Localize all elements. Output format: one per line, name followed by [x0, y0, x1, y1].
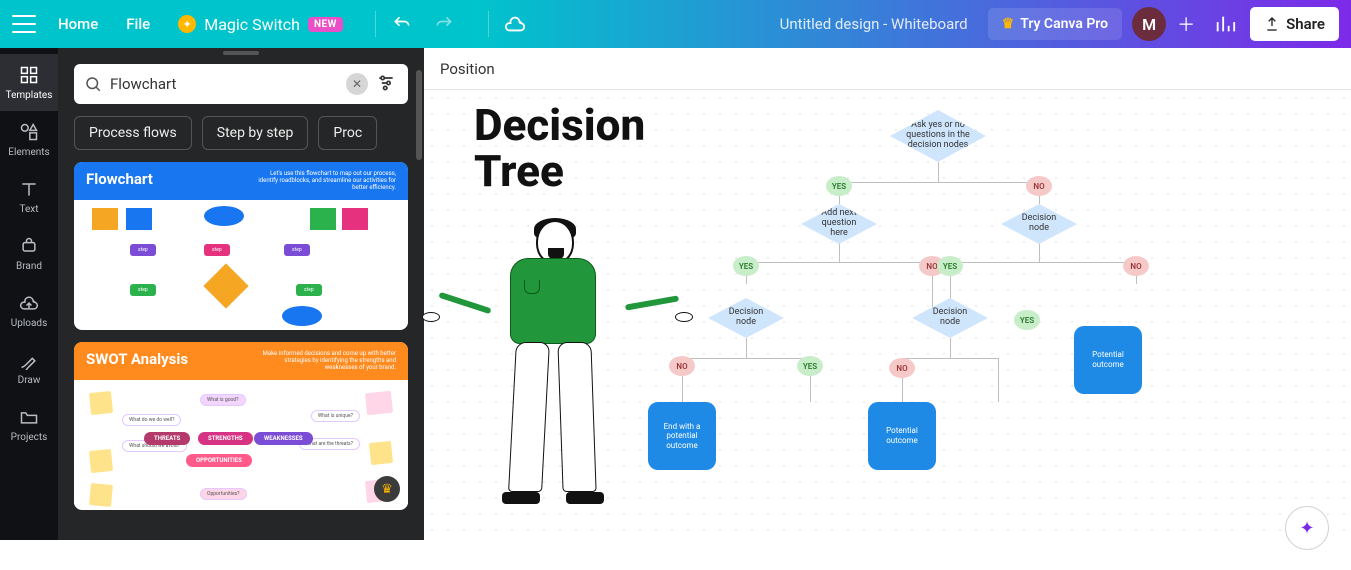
chip-process-flows[interactable]: Process flows [74, 116, 192, 150]
node-add-question[interactable]: Add next question here [801, 204, 877, 244]
undo-button[interactable] [390, 12, 414, 36]
draw-icon [18, 349, 40, 371]
thumb-subtitle: Make informed decisions and come up with… [256, 350, 396, 372]
search-input[interactable] [110, 75, 338, 93]
try-pro-button[interactable]: ♛ Try Canva Pro [988, 8, 1122, 40]
template-swot[interactable]: SWOT Analysis Make informed decisions an… [74, 342, 408, 510]
node-outcome[interactable]: Potential outcome [868, 402, 936, 470]
text-icon [18, 178, 40, 200]
whiteboard-canvas[interactable]: Decision Tree [424, 90, 1351, 540]
document-title[interactable]: Untitled design - Whiteboard [780, 15, 968, 33]
templates-icon [18, 64, 40, 86]
sparkle-icon: ✦ [178, 15, 196, 33]
canvas-title[interactable]: Decision Tree [474, 102, 645, 194]
thumb-preview: step step step step step [74, 200, 408, 326]
templates-panel: ✕ Process flows Step by step Proc Flowch… [58, 48, 424, 540]
redo-button[interactable] [432, 12, 456, 36]
node-yes[interactable]: YES [937, 256, 963, 276]
node-outcome[interactable]: End with a potential outcome [648, 402, 716, 470]
node-no[interactable]: NO [669, 356, 695, 376]
side-rail: Templates Elements Text Brand Uploads Dr… [0, 48, 58, 540]
rail-label: Brand [16, 261, 42, 272]
share-label: Share [1286, 15, 1325, 33]
top-menu-bar: Home File ✦ Magic Switch NEW Untitled de… [0, 0, 1351, 48]
template-results[interactable]: Flowchart Let's use this flowchart to ma… [58, 162, 424, 540]
filter-chips: Process flows Step by step Proc [58, 112, 424, 162]
canvas-area: Position Decision Tree [424, 48, 1351, 540]
cloud-sync-icon[interactable] [503, 12, 527, 36]
rail-draw[interactable]: Draw [0, 339, 58, 396]
thumb-title: Flowchart [86, 170, 153, 188]
magic-switch-label: Magic Switch [204, 15, 300, 34]
rail-projects[interactable]: Projects [0, 396, 58, 453]
thumb-title: SWOT Analysis [86, 350, 188, 368]
rail-brand[interactable]: Brand [0, 225, 58, 282]
thumb-subtitle: Let's use this flowchart to map out our … [256, 170, 396, 192]
rail-label: Uploads [11, 318, 47, 329]
uploads-icon [18, 292, 40, 314]
search-bar: ✕ [74, 64, 408, 104]
node-yes[interactable]: YES [733, 256, 759, 276]
try-pro-label: Try Canva Pro [1020, 16, 1108, 32]
brand-icon [18, 235, 40, 257]
insights-icon[interactable] [1210, 9, 1240, 39]
node-yes[interactable]: YES [797, 356, 823, 376]
node-no[interactable]: NO [889, 358, 915, 378]
user-avatar[interactable]: M [1132, 7, 1166, 41]
node-decision[interactable]: Decision node [1001, 204, 1077, 244]
rail-label: Draw [18, 375, 41, 386]
filter-icon[interactable] [376, 73, 398, 95]
node-no[interactable]: NO [1123, 256, 1149, 276]
divider [488, 11, 489, 37]
nav-magic-switch[interactable]: ✦ Magic Switch NEW [178, 15, 343, 34]
rail-label: Projects [11, 432, 48, 443]
position-button[interactable]: Position [440, 60, 495, 78]
node-root[interactable]: Ask yes or no questions in the decision … [890, 110, 986, 162]
rail-label: Templates [6, 90, 53, 101]
chip-more[interactable]: Proc [318, 116, 377, 150]
nav-home[interactable]: Home [58, 15, 98, 33]
crown-icon: ♛ [1002, 16, 1015, 32]
menu-icon[interactable] [12, 15, 36, 33]
node-decision[interactable]: Decision node [708, 298, 784, 338]
rail-label: Elements [8, 147, 49, 158]
panel-resize-handle[interactable] [58, 48, 424, 56]
assistant-button[interactable]: ✦ [1285, 506, 1329, 550]
node-outcome[interactable]: Potential outcome [1074, 326, 1142, 394]
rail-label: Text [19, 204, 38, 215]
node-yes[interactable]: YES [1014, 310, 1040, 330]
node-yes[interactable]: YES [826, 176, 852, 196]
elements-icon [18, 121, 40, 143]
node-no[interactable]: NO [1026, 176, 1052, 196]
add-collaborator-button[interactable]: ＋ [1172, 10, 1200, 38]
projects-icon [18, 406, 40, 428]
canvas-toolbar: Position [424, 48, 1351, 90]
share-button[interactable]: Share [1250, 7, 1339, 41]
node-decision[interactable]: Decision node [912, 298, 988, 338]
rail-elements[interactable]: Elements [0, 111, 58, 168]
new-badge: NEW [308, 17, 343, 32]
thumb-preview: What do we do well? What should we avoid… [74, 380, 408, 506]
divider [375, 11, 376, 37]
rail-uploads[interactable]: Uploads [0, 282, 58, 339]
clear-search-button[interactable]: ✕ [346, 73, 368, 95]
upload-icon [1264, 16, 1280, 32]
search-icon [84, 75, 102, 93]
person-illustration[interactable] [474, 220, 639, 520]
rail-templates[interactable]: Templates [0, 54, 58, 111]
nav-file[interactable]: File [126, 15, 150, 33]
pro-badge-icon: ♛ [374, 476, 400, 502]
chip-step-by-step[interactable]: Step by step [202, 116, 309, 150]
template-flowchart[interactable]: Flowchart Let's use this flowchart to ma… [74, 162, 408, 330]
rail-text[interactable]: Text [0, 168, 58, 225]
